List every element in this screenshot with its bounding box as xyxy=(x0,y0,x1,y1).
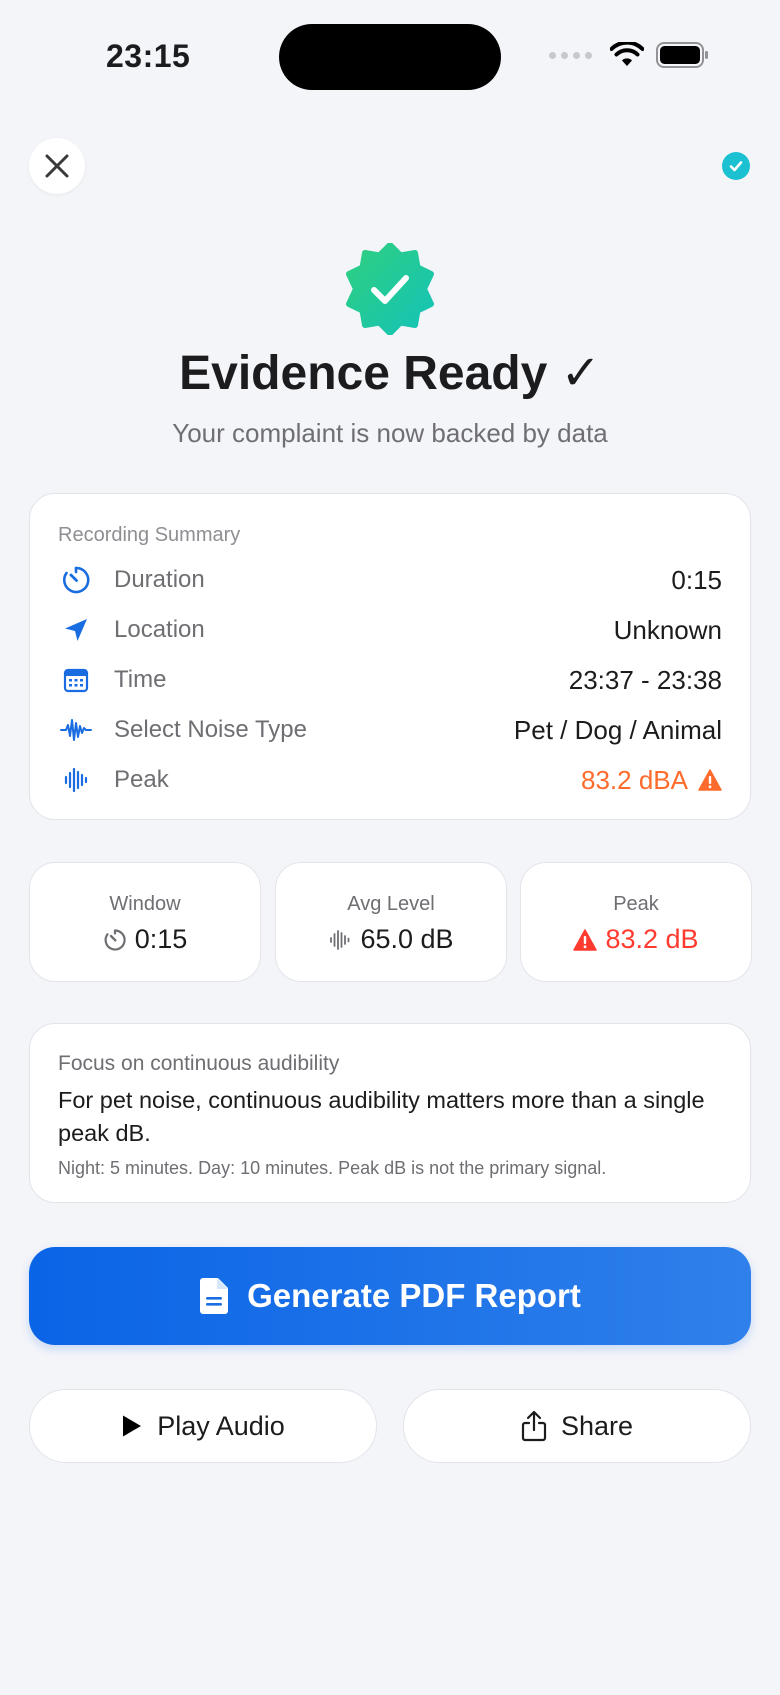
summary-row-location: Location Unknown xyxy=(58,605,722,655)
summary-row-noise-type[interactable]: Select Noise Type Pet / Dog / Animal xyxy=(58,705,722,755)
share-label: Share xyxy=(560,1410,634,1441)
row-value: Unknown xyxy=(613,614,722,645)
row-value: 23:37 - 23:38 xyxy=(568,664,722,695)
warning-icon xyxy=(573,928,598,951)
focus-body: For pet noise, continuous audibility mat… xyxy=(58,1087,705,1146)
row-value: 0:15 xyxy=(671,564,722,595)
battery-icon xyxy=(656,42,708,68)
timer-icon xyxy=(58,562,94,598)
play-icon xyxy=(123,1415,142,1437)
stat-card-avg-level: Avg Level 65.0 dB xyxy=(275,862,507,982)
row-label: Select Noise Type xyxy=(114,716,307,743)
summary-row-peak: Peak 83.2 dBA xyxy=(58,755,722,805)
waveform-icon xyxy=(58,762,94,798)
checkmark-circle-icon xyxy=(722,152,750,180)
dynamic-island xyxy=(279,24,501,90)
waveform-icon xyxy=(330,929,350,950)
close-icon xyxy=(45,154,69,178)
wifi-icon xyxy=(610,42,644,66)
status-bar: 23:15 xyxy=(0,0,780,120)
share-button[interactable]: Share xyxy=(403,1389,751,1463)
status-icons xyxy=(549,42,710,68)
play-audio-button[interactable]: Play Audio xyxy=(29,1389,377,1463)
card-label: Recording Summary xyxy=(58,524,241,546)
play-audio-label: Play Audio xyxy=(157,1410,285,1441)
focus-note: Night: 5 minutes. Day: 10 minutes. Peak … xyxy=(58,1158,607,1178)
stat-card-peak: Peak 83.2 dB xyxy=(520,862,752,982)
document-icon xyxy=(200,1278,229,1314)
page-title: Evidence Ready ✓ xyxy=(179,347,601,400)
warning-icon xyxy=(698,769,722,791)
stat-label: Peak xyxy=(613,893,659,915)
recording-summary-card: Recording Summary Duration 0:15 Location… xyxy=(29,493,751,820)
row-label: Location xyxy=(114,616,205,643)
calendar-icon xyxy=(58,662,94,698)
stat-value: 83.2 dB xyxy=(521,924,751,955)
stat-value: 0:15 xyxy=(30,924,260,955)
stat-value-text: 83.2 dB xyxy=(605,924,699,954)
waveform-icon xyxy=(58,712,94,748)
peak-value-text: 83.2 dBA xyxy=(581,764,688,795)
close-button[interactable] xyxy=(29,138,85,194)
focus-info-card: Focus on continuous audibility For pet n… xyxy=(29,1023,751,1203)
summary-row-duration: Duration 0:15 xyxy=(58,555,722,605)
generate-pdf-label: Generate PDF Report xyxy=(247,1277,581,1314)
verified-badge-icon xyxy=(346,243,434,335)
generate-pdf-button[interactable]: Generate PDF Report xyxy=(29,1247,751,1345)
timer-icon xyxy=(104,928,126,951)
stat-value: 65.0 dB xyxy=(276,924,506,955)
share-icon xyxy=(521,1410,547,1442)
stat-label: Window xyxy=(109,893,181,915)
stat-label: Avg Level xyxy=(347,893,435,915)
stat-value-text: 0:15 xyxy=(134,924,188,954)
location-arrow-icon xyxy=(58,612,94,648)
summary-row-time: Time 23:37 - 23:38 xyxy=(58,655,722,705)
row-label: Time xyxy=(114,666,167,693)
peak-value: 83.2 dBA xyxy=(581,765,722,796)
page-subtitle: Your complaint is now backed by data xyxy=(172,418,608,448)
stat-card-window: Window 0:15 xyxy=(29,862,261,982)
row-label: Peak xyxy=(114,766,169,793)
row-label: Duration xyxy=(114,566,205,593)
noise-type-value[interactable]: Pet / Dog / Animal xyxy=(514,715,722,746)
stat-value-text: 65.0 dB xyxy=(360,924,454,954)
signal-icon xyxy=(549,51,592,59)
status-time: 23:15 xyxy=(106,38,191,74)
focus-title: Focus on continuous audibility xyxy=(58,1052,340,1075)
